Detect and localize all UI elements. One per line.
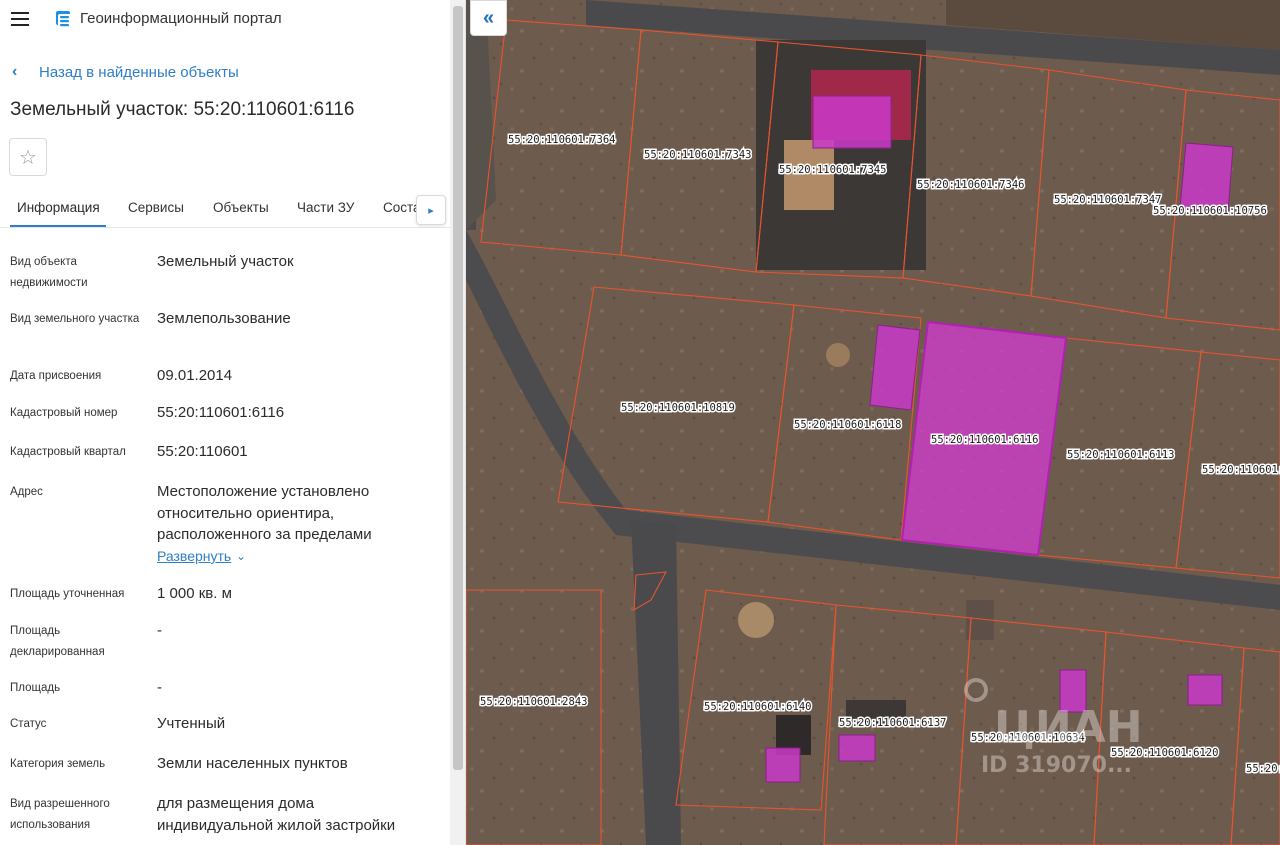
info-value-land-category: Земли населенных пунктов xyxy=(157,755,348,772)
tab-information[interactable]: Информация xyxy=(17,200,100,215)
info-label-permitted-use: Вид разрешенного использования xyxy=(10,798,110,831)
collapse-panel-button[interactable]: « xyxy=(470,0,507,36)
parcel-label-2843: 55:20:110601:2843 xyxy=(480,696,587,708)
parcel-label-7364: 55:20:110601:7364 xyxy=(508,134,615,146)
parcel-label-6116: 55:20:110601:6116 xyxy=(931,434,1038,446)
info-label-parcel-type: Вид земельного участка xyxy=(10,313,140,325)
parcel-label-6113: 55:20:110601:6113 xyxy=(1067,449,1174,461)
cadastral-map[interactable]: 55:20:110601:7364 55:20:110601:7343 55:2… xyxy=(466,0,1280,845)
chevron-right-icon: ▸ xyxy=(428,204,434,217)
info-label-assign-date: Дата присвоения xyxy=(10,370,102,382)
header: Геоинформационный портал xyxy=(0,0,450,38)
tab-composition[interactable]: Соста... xyxy=(383,200,417,215)
favorite-button[interactable]: ☆ xyxy=(9,138,47,176)
info-value-status: Учтенный xyxy=(157,715,226,732)
info-label-land-category: Категория земель xyxy=(10,758,106,770)
watermark-id: ID 319070... xyxy=(981,753,1132,778)
info-value-address: Местоположение установлено относительно … xyxy=(157,483,372,543)
parcel-label-7346: 55:20:110601:7346 xyxy=(917,179,1024,191)
parcel-label-edge-bottom: 55:20:110601: xyxy=(1246,763,1280,775)
info-value-area-declared: - xyxy=(157,622,162,639)
portal-title: Геоинформационный портал xyxy=(80,10,282,27)
tab-services[interactable]: Сервисы xyxy=(128,200,184,215)
info-label-area-declared: Площадь декларированная xyxy=(10,625,105,658)
info-value-parcel-type: Землепользование xyxy=(157,310,291,327)
info-value-assign-date: 09.01.2014 xyxy=(157,367,233,384)
expand-address-link[interactable]: Развернуть xyxy=(157,548,231,564)
info-value-cadastral-number: 55:20:110601:6116 xyxy=(157,404,285,421)
parcel-label-7345: 55:20:110601:7345 xyxy=(779,164,886,176)
watermark-text: ЦИАН xyxy=(994,702,1143,753)
object-title: Земельный участок: 55:20:110601:6116 xyxy=(10,99,355,120)
info-label-status: Статус xyxy=(10,718,47,730)
info-value-permitted-use: для размещения дома индивидуальной жилой… xyxy=(157,795,396,834)
info-label-address: Адрес xyxy=(10,486,43,498)
info-label-cadastral-number: Кадастровый номер xyxy=(10,407,118,419)
info-value-object-type: Земельный участок xyxy=(157,253,294,270)
parcel-label-10819: 55:20:110601:10819 xyxy=(621,402,735,414)
tab-bar: Информация Сервисы Объекты Части ЗУ Сост… xyxy=(0,190,450,228)
back-to-results-link[interactable]: ‹ Назад в найденные объекты xyxy=(12,62,239,82)
parcel-label-6137: 55:20:110601:6137 xyxy=(839,717,946,729)
parcel-label-10756: 55:20:110601:10756 xyxy=(1153,205,1267,217)
active-tab-indicator xyxy=(10,225,106,227)
tab-scroll-button[interactable]: ▸ xyxy=(416,195,446,225)
parcel-label-6140: 55:20:110601:6140 xyxy=(704,701,811,713)
info-label-area: Площадь xyxy=(10,682,61,694)
star-outline-icon: ☆ xyxy=(19,146,37,169)
parcel-label-7347: 55:20:110601:7347 xyxy=(1054,194,1161,206)
chevron-left-icon: ‹ xyxy=(12,63,18,80)
info-value-area-specified: 1 000 кв. м xyxy=(157,585,232,602)
map-canvas[interactable]: 55:20:110601:7364 55:20:110601:7343 55:2… xyxy=(466,0,1280,845)
tab-objects[interactable]: Объекты xyxy=(213,200,269,215)
info-label-cadastral-quarter: Кадастровый квартал xyxy=(10,446,126,458)
info-label-object-type: Вид объекта недвижимости xyxy=(10,256,88,289)
parcel-label-7343: 55:20:110601:7343 xyxy=(644,149,751,161)
info-label-area-specified: Площадь уточненная xyxy=(10,588,125,600)
portal-logo-icon xyxy=(56,11,70,27)
info-value-area: - xyxy=(157,679,162,696)
parcel-label-6118: 55:20:110601:6118 xyxy=(794,419,901,431)
panel-scrollbar-thumb[interactable] xyxy=(453,6,463,770)
parcel-label-edge-right: 55:20:110601: xyxy=(1202,464,1280,476)
info-panel: Геоинформационный портал ‹ Назад в найде… xyxy=(0,0,466,845)
double-chevron-left-icon: « xyxy=(482,6,495,29)
chevron-down-icon[interactable]: ⌄ xyxy=(236,549,246,563)
back-link-label: Назад в найденные объекты xyxy=(39,63,239,81)
hamburger-icon[interactable] xyxy=(10,10,32,28)
tab-parts[interactable]: Части ЗУ xyxy=(297,200,354,215)
info-value-cadastral-quarter: 55:20:110601 xyxy=(157,443,248,460)
